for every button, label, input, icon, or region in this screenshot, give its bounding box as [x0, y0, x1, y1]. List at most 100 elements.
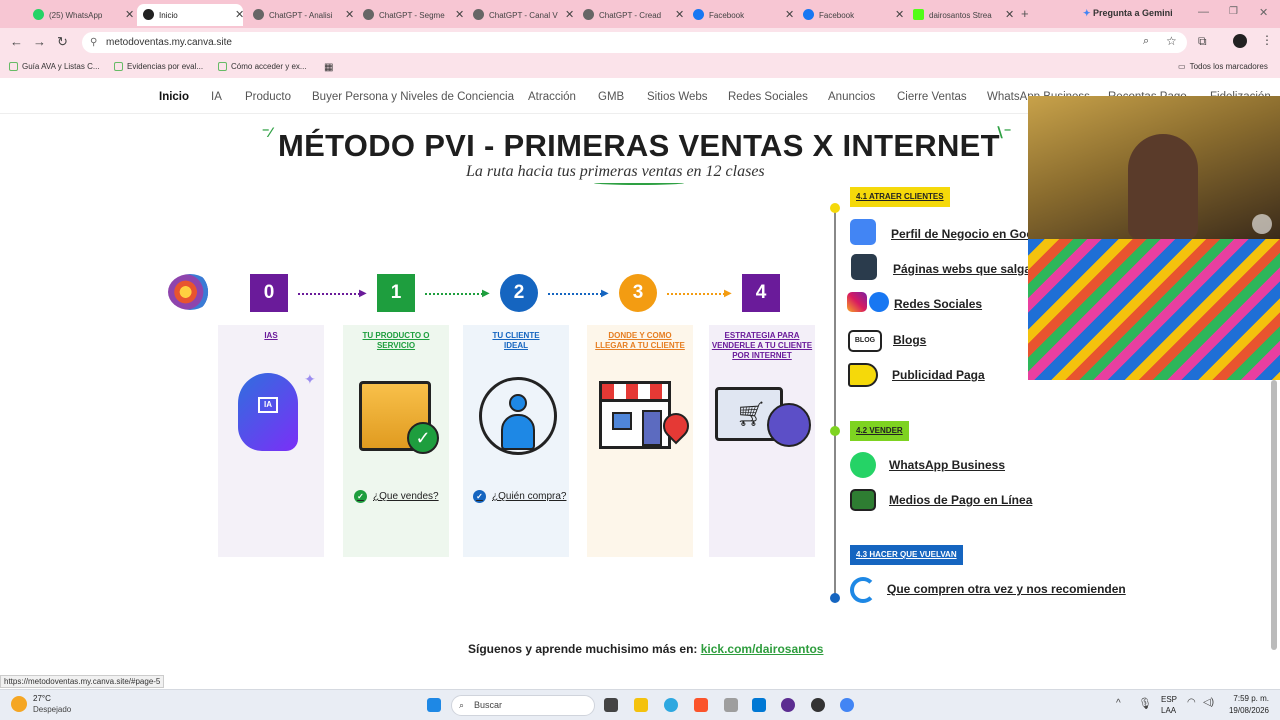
tab-facebook-1[interactable]: Facebook ✕: [687, 4, 793, 26]
que-vendes-link[interactable]: ✓ ¿Que vendes?: [354, 490, 439, 503]
close-tab-icon[interactable]: ✕: [675, 8, 683, 21]
nav-atraccion[interactable]: Atracción: [528, 91, 576, 103]
avatar-icon: [1252, 214, 1272, 234]
search-icon: ⌕: [459, 700, 465, 710]
app-icon[interactable]: [724, 698, 738, 712]
windows-start-icon[interactable]: [427, 698, 441, 712]
close-tab-icon[interactable]: ✕: [235, 8, 243, 21]
clock-date: 19/08/2026: [1228, 706, 1269, 715]
nav-redes-sociales[interactable]: Redes Sociales: [728, 91, 808, 103]
tab-kick[interactable]: dairosantos Strea ✕: [907, 4, 1013, 26]
nav-gmb[interactable]: GMB: [598, 91, 624, 103]
bookmark-item[interactable]: Cómo acceder y ex...: [218, 62, 307, 71]
sell-item-whatsapp[interactable]: WhatsApp Business: [889, 458, 1005, 472]
language-indicator[interactable]: ESP: [1161, 695, 1177, 704]
file-explorer-icon[interactable]: [634, 698, 648, 712]
close-window-icon[interactable]: ✕: [1259, 6, 1268, 19]
close-tab-icon[interactable]: ✕: [1005, 8, 1013, 21]
tab-chatgpt-4[interactable]: ChatGPT - Cread ✕: [577, 4, 683, 26]
edge-icon[interactable]: [664, 698, 678, 712]
tab-facebook-2[interactable]: Facebook ✕: [797, 4, 903, 26]
close-tab-icon[interactable]: ✕: [895, 8, 903, 21]
restore-icon[interactable]: ❐: [1229, 6, 1238, 17]
nav-buyer-persona[interactable]: Buyer Persona y Niveles de Conciencia: [312, 91, 514, 103]
ia-chip-label: IA: [258, 397, 278, 413]
tab-chatgpt-1[interactable]: ChatGPT - Analisi ✕: [247, 4, 353, 26]
address-bar[interactable]: ⚲ metodoventas.my.canva.site: [82, 32, 1187, 53]
wifi-icon[interactable]: ◠: [1187, 697, 1196, 708]
profile-avatar[interactable]: [1233, 34, 1247, 48]
taskbar-search[interactable]: ⌕ Buscar: [451, 695, 595, 716]
all-bookmarks-button[interactable]: ▭ Todos los marcadores: [1178, 62, 1268, 71]
close-tab-icon[interactable]: ✕: [565, 8, 573, 21]
arrow-right-icon: ▶: [359, 288, 367, 299]
step-card-ias[interactable]: IAS IA ✦: [218, 325, 324, 557]
close-tab-icon[interactable]: ✕: [125, 8, 133, 21]
nav-anuncios[interactable]: Anuncios: [828, 91, 875, 103]
nav-inicio[interactable]: Inicio: [159, 91, 189, 103]
bookmark-star-icon[interactable]: ☆: [1166, 34, 1177, 48]
nav-producto[interactable]: Producto: [245, 91, 291, 103]
attract-item-publicidad[interactable]: Publicidad Paga: [892, 368, 985, 382]
bookmark-item[interactable]: Guía AVA y Listas C...: [9, 62, 100, 71]
weather-icon: [11, 696, 27, 712]
clock-time[interactable]: 7:59 p. m.: [1229, 694, 1269, 703]
check-icon: ✓: [407, 422, 439, 454]
page-scrollbar[interactable]: [1271, 380, 1277, 650]
nav-sitios-webs[interactable]: Sitios Webs: [647, 91, 708, 103]
facebook-icon: [869, 292, 889, 312]
gemini-button[interactable]: ✦ Pregunta a Gemini: [1083, 8, 1173, 19]
google-business-icon: [850, 219, 876, 245]
step-card-donde[interactable]: DONDE Y COMO LLEGAR A TU CLIENTE: [587, 325, 695, 557]
step-1-number: 1: [377, 274, 415, 312]
tab-inicio[interactable]: Inicio ✕: [137, 4, 243, 26]
step-card-cliente[interactable]: TU CLIENTE IDEAL: [463, 325, 569, 557]
attract-item-gmb[interactable]: Perfil de Negocio en Goo: [891, 227, 1034, 241]
nav-ia[interactable]: IA: [211, 91, 222, 103]
folder-icon: ▭: [1178, 62, 1186, 71]
connector-arrow: [667, 293, 725, 295]
app-icon[interactable]: [811, 698, 825, 712]
chrome-icon[interactable]: [840, 698, 854, 712]
timeline-dot: [830, 593, 840, 603]
zoom-icon[interactable]: ⌕: [1143, 35, 1149, 48]
minimize-icon[interactable]: —: [1198, 6, 1209, 18]
reload-icon[interactable]: ↻: [57, 34, 68, 50]
bookmark-item[interactable]: Evidencias por eval...: [114, 62, 203, 71]
kick-link[interactable]: kick.com/dairosantos: [701, 642, 824, 656]
tab-chatgpt-3[interactable]: ChatGPT - Canal V ✕: [467, 4, 573, 26]
footer-cta: Síguenos y aprende muchisimo más en: kic…: [468, 642, 824, 656]
apps-grid-icon[interactable]: ▦: [324, 62, 333, 73]
site-info-icon[interactable]: ⚲: [90, 32, 97, 53]
retain-item-recompra[interactable]: Que compren otra vez y nos recomienden: [887, 582, 1126, 596]
extensions-icon[interactable]: ⧉: [1198, 34, 1207, 49]
tray-chevron-icon[interactable]: ^: [1116, 698, 1121, 709]
task-view-icon[interactable]: [604, 698, 618, 712]
forward-icon[interactable]: →: [33, 34, 46, 49]
bookmark-icon: [9, 62, 18, 71]
product-image-bag: [1028, 239, 1280, 380]
close-tab-icon[interactable]: ✕: [785, 8, 793, 21]
sell-item-pagos[interactable]: Medios de Pago en Línea: [889, 493, 1032, 507]
step-card-producto[interactable]: TU PRODUCTO O SERVICIO ✓: [343, 325, 449, 557]
close-tab-icon[interactable]: ✕: [345, 8, 353, 21]
back-icon[interactable]: ←: [10, 34, 23, 49]
attract-item-redes[interactable]: Redes Sociales: [894, 297, 982, 311]
obs-icon[interactable]: [781, 698, 795, 712]
close-tab-icon[interactable]: ✕: [455, 8, 463, 21]
attract-item-blogs[interactable]: Blogs: [893, 333, 926, 347]
app-icon[interactable]: [752, 698, 766, 712]
card-title: DONDE Y COMO LLEGAR A TU CLIENTE: [595, 331, 685, 350]
tab-whatsapp[interactable]: (25) WhatsApp ✕: [27, 4, 133, 26]
menu-icon[interactable]: ⋮: [1261, 33, 1273, 47]
attract-item-web[interactable]: Páginas webs que salgan: [893, 262, 1038, 276]
microphone-icon[interactable]: 🎙︎: [1138, 697, 1152, 710]
tab-chatgpt-2[interactable]: ChatGPT - Segme ✕: [357, 4, 463, 26]
volume-icon[interactable]: ◁): [1203, 697, 1214, 708]
quien-compra-link[interactable]: ✓ ¿Quién compra?: [473, 490, 566, 503]
new-tab-button[interactable]: +: [1021, 6, 1029, 21]
step-card-estrategia[interactable]: ESTRATEGIA PARA VENDERLE A TU CLIENTE PO…: [709, 325, 815, 557]
subtitle-underline: [594, 181, 684, 185]
nav-cierre-ventas[interactable]: Cierre Ventas: [897, 91, 967, 103]
brave-icon[interactable]: [694, 698, 708, 712]
